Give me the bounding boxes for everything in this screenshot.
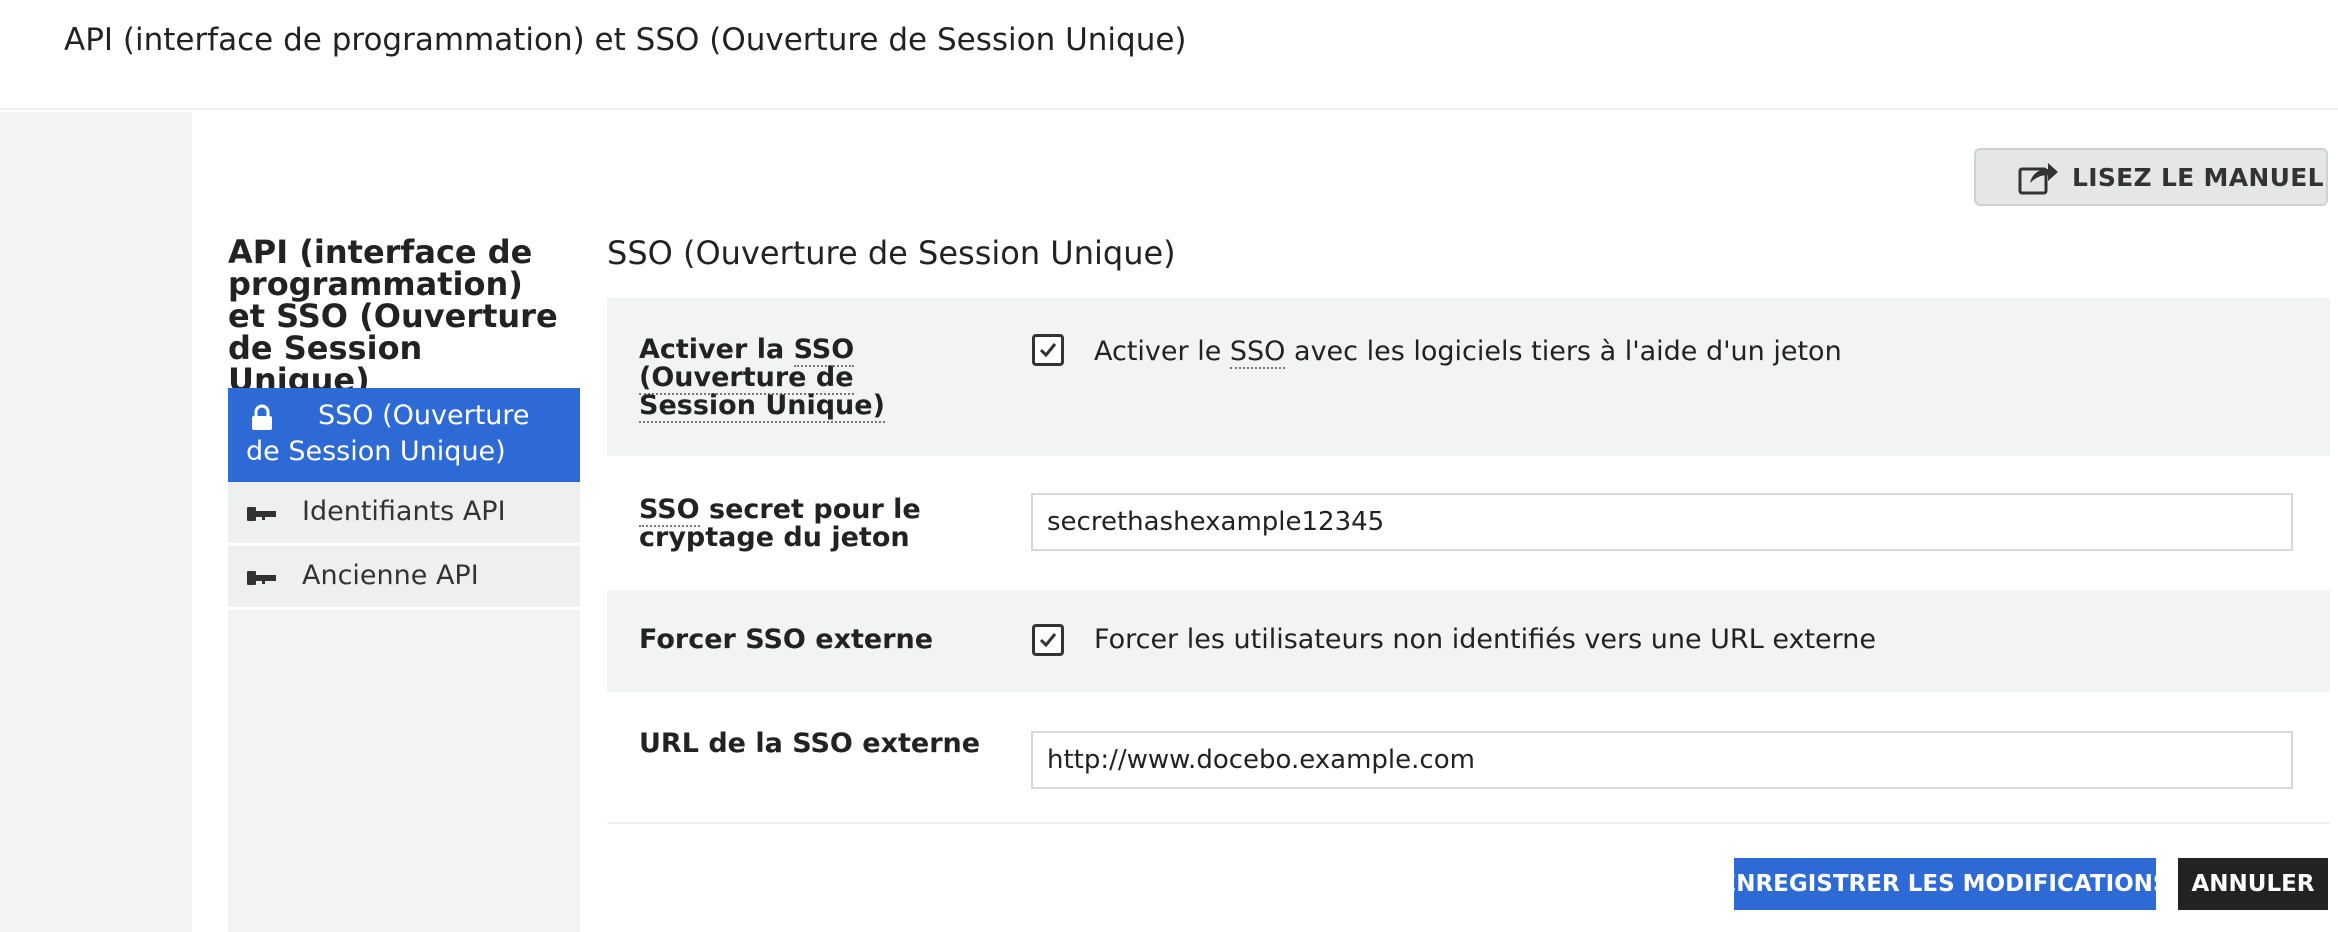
sidebar-item-label: SSO (Ouverture de Session Unique) — [246, 400, 530, 467]
label-text: Activer le — [1094, 336, 1230, 367]
enable-sso-row: Activer la SSO (Ouverture de Session Uni… — [607, 298, 2330, 456]
enable-sso-checkbox[interactable] — [1032, 334, 1064, 366]
external-url-input[interactable] — [1031, 731, 2293, 789]
label-text: Activer la — [639, 334, 794, 365]
page-title: API (interface de programmation) et SSO … — [64, 22, 1187, 58]
read-manual-button[interactable]: LISEZ LE MANUEL — [1974, 148, 2328, 206]
check-icon — [1039, 343, 1057, 358]
sidebar-title: API (interface de programmation) et SSO … — [228, 233, 558, 399]
enable-sso-label: Activer la SSO (Ouverture de Session Uni… — [639, 334, 959, 423]
section-title: SSO (Ouverture de Session Unique) — [607, 234, 1176, 272]
share-icon — [2018, 163, 2058, 195]
external-url-row: URL de la SSO externe — [607, 694, 2330, 822]
save-button[interactable]: ENREGISTRER LES MODIFICATIONS — [1720, 858, 2170, 910]
left-gutter — [0, 112, 192, 932]
key-icon — [247, 571, 276, 585]
sidebar-nav: SSO (Ouverture de Session Unique) Identi… — [228, 388, 580, 932]
force-external-checkbox-label: Forcer les utilisateurs non identifiés v… — [1094, 624, 1876, 655]
sidebar-item-label: Identifiants API — [302, 496, 506, 527]
force-external-label: Forcer SSO externe — [639, 624, 934, 655]
external-url-label: URL de la SSO externe — [639, 728, 981, 759]
form-divider — [607, 822, 2330, 824]
check-icon — [1039, 633, 1057, 648]
sso-secret-label: SSO secret pour le cryptage du jeton — [639, 494, 939, 552]
sidebar-item-api-credentials[interactable]: Identifiants API — [228, 482, 580, 546]
enable-sso-checkbox-label: Activer le SSO avec les logiciels tiers … — [1094, 336, 1842, 369]
read-manual-label: LISEZ LE MANUEL — [2072, 162, 2324, 192]
sso-secret-row: SSO secret pour le cryptage du jeton — [607, 456, 2330, 588]
key-icon — [247, 507, 276, 521]
label-text: avec les logiciels tiers à l'aide d'un j… — [1285, 336, 1842, 367]
sidebar-item-legacy-api[interactable]: Ancienne API — [228, 546, 580, 610]
sidebar-item-sso[interactable]: SSO (Ouverture de Session Unique) — [228, 388, 580, 482]
label-abbr-expansion: (Ouverture de Session Unique) — [639, 362, 885, 423]
cancel-button[interactable]: ANNULER — [2178, 858, 2328, 910]
sidebar-item-label: Ancienne API — [302, 560, 479, 591]
label-abbr: SSO — [1229, 336, 1286, 369]
force-external-checkbox[interactable] — [1032, 624, 1064, 656]
page-header: API (interface de programmation) et SSO … — [0, 0, 2338, 110]
sso-secret-input[interactable] — [1031, 493, 2293, 551]
force-external-row: Forcer SSO externe Forcer les utilisateu… — [607, 590, 2330, 692]
